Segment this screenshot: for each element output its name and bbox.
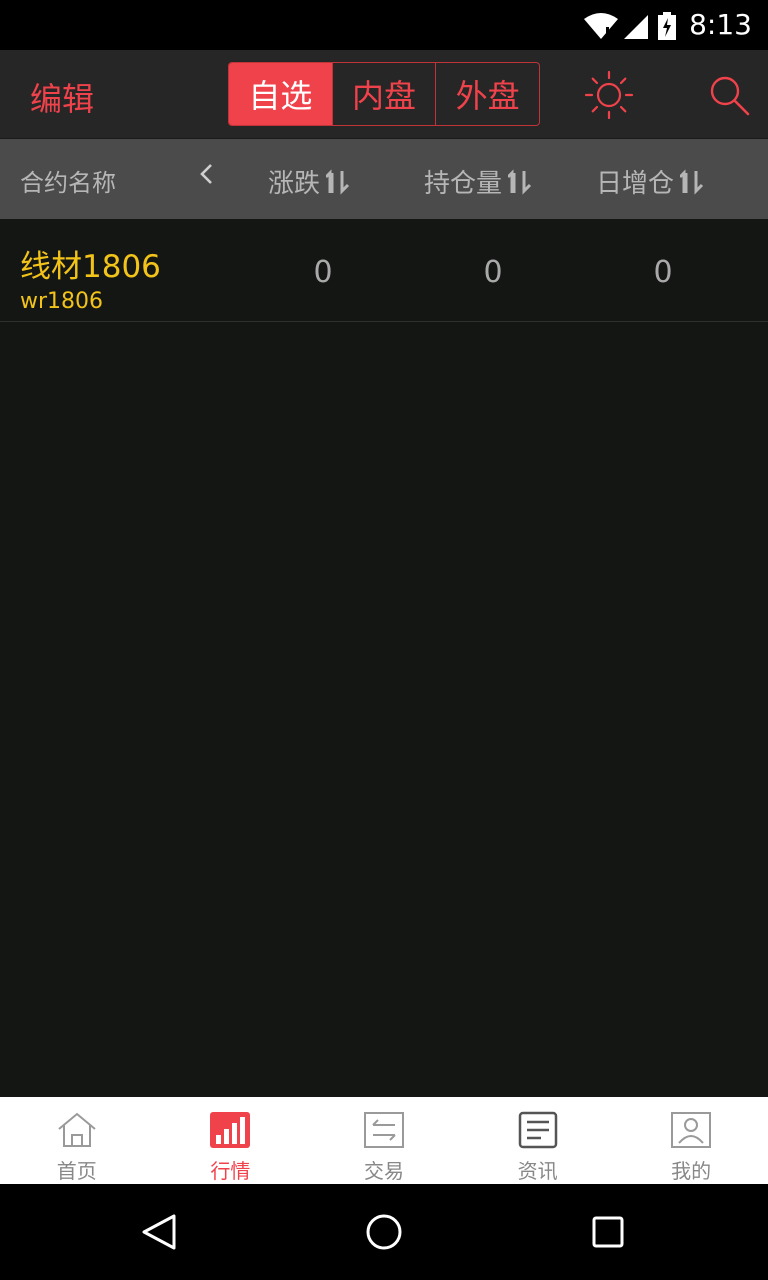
tab-profile[interactable]: 我的	[614, 1097, 768, 1184]
daily-increase-value: 0	[653, 255, 673, 290]
tab-market-label: 行情	[210, 1159, 251, 1183]
tab-foreign[interactable]: 外盘	[436, 63, 539, 125]
profile-icon	[671, 1112, 712, 1148]
tab-home-label: 首页	[56, 1159, 97, 1183]
sort-icon	[680, 168, 704, 195]
tab-news-label: 资讯	[517, 1159, 558, 1183]
search-icon[interactable]	[706, 72, 752, 118]
battery-icon	[658, 12, 676, 40]
sort-icon	[326, 168, 350, 195]
tab-watchlist[interactable]: 自选	[229, 63, 333, 125]
change-value: 0	[313, 255, 333, 290]
bottom-tab-bar: 首页 行情 交易 资讯 我的	[0, 1097, 768, 1184]
wifi-icon	[584, 13, 618, 39]
column-name: 合约名称	[20, 169, 116, 197]
column-open-interest[interactable]: 持仓量	[424, 163, 534, 200]
status-bar: 8:13	[0, 0, 768, 50]
tab-market[interactable]: 行情	[154, 1097, 308, 1184]
tab-trade[interactable]: 交易	[307, 1097, 461, 1184]
status-time: 8:13	[689, 8, 752, 41]
scroll-left-icon[interactable]	[197, 159, 215, 189]
market-segmented-control: 自选 内盘 外盘	[228, 62, 540, 126]
home-nav-icon[interactable]	[364, 1212, 404, 1252]
open-interest-value: 0	[483, 255, 503, 290]
tab-profile-label: 我的	[671, 1159, 712, 1183]
column-open-interest-label: 持仓量	[424, 169, 503, 199]
contract-name: 线材1806	[20, 249, 161, 285]
cell-signal-icon	[624, 15, 648, 39]
app-bar: 编辑 自选 内盘 外盘	[0, 50, 768, 139]
tab-domestic[interactable]: 内盘	[333, 63, 437, 125]
sort-icon	[508, 168, 532, 195]
exchange-icon	[363, 1112, 404, 1148]
column-change[interactable]: 涨跌	[268, 163, 352, 200]
column-daily-increase[interactable]: 日增仓	[596, 163, 706, 200]
recent-apps-icon[interactable]	[588, 1212, 628, 1252]
list-item[interactable]: 线材1806 wr1806 0 0 0	[0, 219, 768, 322]
theme-toggle-icon[interactable]	[584, 70, 634, 120]
bar-chart-icon	[210, 1112, 251, 1148]
column-daily-increase-label: 日增仓	[596, 169, 675, 199]
column-change-label: 涨跌	[268, 169, 321, 199]
tab-trade-label: 交易	[363, 1159, 404, 1183]
status-icons	[584, 12, 676, 40]
news-icon	[518, 1111, 557, 1149]
contract-code: wr1806	[20, 289, 104, 314]
column-header: 合约名称 涨跌 持仓量 日增仓	[0, 139, 768, 219]
system-nav-bar	[0, 1184, 768, 1280]
home-icon	[58, 1112, 96, 1147]
back-icon[interactable]	[140, 1212, 180, 1252]
edit-button[interactable]: 编辑	[30, 74, 94, 120]
tab-home[interactable]: 首页	[0, 1097, 154, 1184]
tab-news[interactable]: 资讯	[461, 1097, 615, 1184]
